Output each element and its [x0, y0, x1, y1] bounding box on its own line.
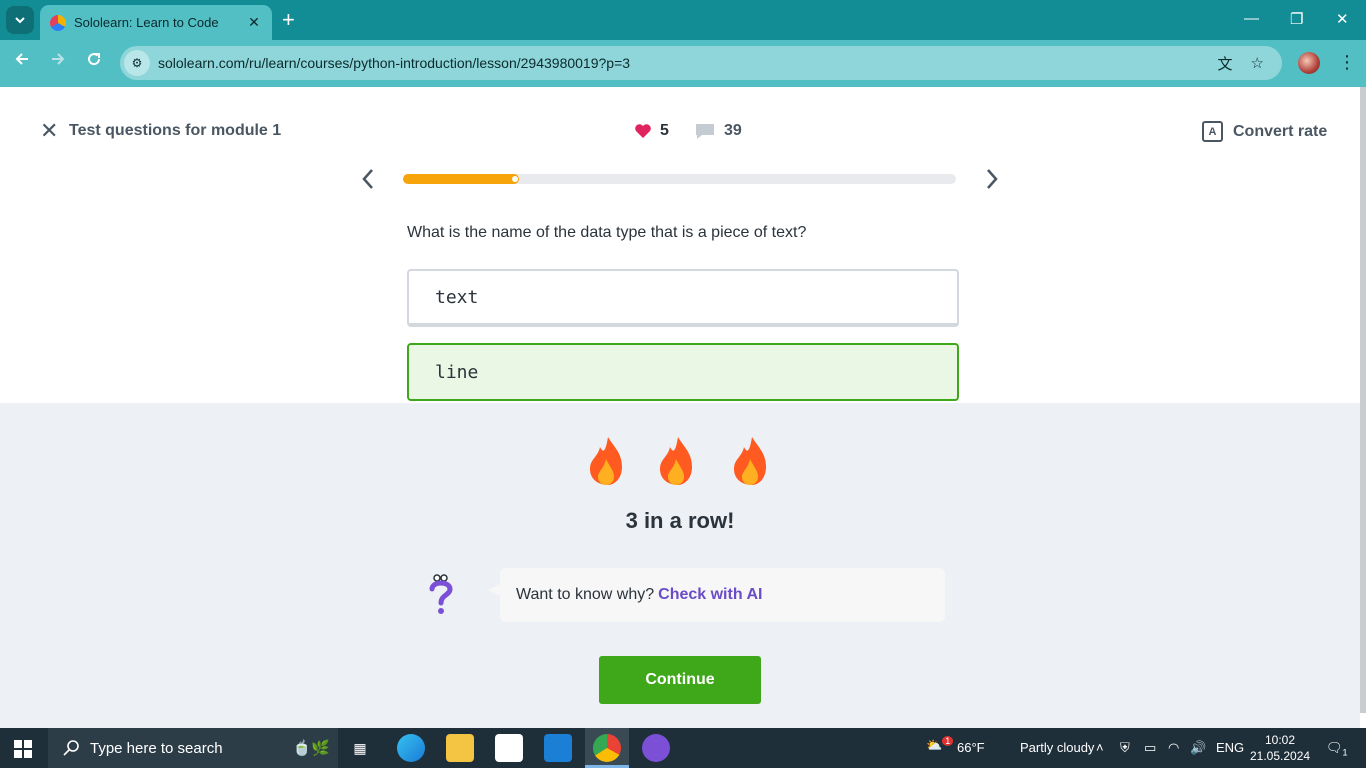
tab-search-button[interactable] [6, 6, 34, 34]
ai-help-prompt: Want to know why? [516, 586, 655, 603]
flame-icon [590, 437, 622, 485]
check-with-ai-link[interactable]: Check with AI [658, 586, 762, 604]
browser-tab[interactable]: Sololearn: Learn to Code ✕ [40, 5, 272, 40]
security-icon[interactable]: ⛨ [1120, 740, 1130, 756]
flame-icon [734, 437, 766, 485]
comment-icon [696, 124, 714, 139]
chevron-left-icon [362, 169, 373, 189]
hearts-counter[interactable]: 5 [634, 122, 669, 140]
clock-time: 10:02 [1264, 733, 1296, 747]
windows-taskbar: Type here to search 🍵🌿 ▦ ⛅ 1 66°F Partly … [0, 728, 1366, 768]
search-placeholder: Type here to search [90, 739, 223, 757]
comments-count: 39 [724, 122, 742, 139]
hearts-count: 5 [660, 122, 669, 139]
comments-counter[interactable]: 39 [694, 122, 742, 140]
progress-dot [512, 176, 519, 182]
restore-icon[interactable]: ❐ [1290, 10, 1303, 28]
profile-avatar[interactable] [1298, 52, 1320, 74]
forward-button[interactable] [46, 51, 70, 72]
arrow-right-icon [52, 53, 65, 65]
ai-help-bubble: Want to know why? Check with AI [488, 568, 945, 622]
convert-rate-button[interactable]: A Convert rate [1202, 121, 1327, 142]
previous-question-button[interactable] [360, 167, 376, 194]
question-text: What is the name of the data type that i… [407, 224, 807, 241]
chrome-icon[interactable] [593, 734, 621, 762]
answer-option-selected-correct[interactable]: line [407, 343, 959, 401]
notifications-icon[interactable]: 🗨1 [1326, 740, 1348, 758]
minimize-icon[interactable]: — [1244, 10, 1259, 27]
continue-button[interactable]: Continue [599, 656, 761, 704]
microsoft-store-icon[interactable] [495, 734, 523, 762]
chevron-down-icon [15, 17, 25, 24]
convert-rate-label: Convert rate [1233, 122, 1328, 140]
task-view-icon[interactable]: ▦ [346, 734, 374, 762]
input-language[interactable]: ENG [1216, 740, 1244, 755]
new-tab-button[interactable]: + [282, 8, 295, 32]
heart-icon [635, 124, 651, 138]
translate-icon: A [1202, 121, 1223, 142]
address-bar[interactable]: ⚙ sololearn.com/ru/learn/courses/python-… [120, 46, 1282, 80]
edge-browser-icon[interactable] [397, 734, 425, 762]
weather-temp: 66°F [957, 740, 985, 755]
weather-description: Partly cloudy [1020, 740, 1095, 755]
discord-icon[interactable] [642, 734, 670, 762]
lesson-page: ✕ Test questions for module 1 5 39 A Con… [0, 87, 1366, 728]
battery-icon[interactable]: ▭ [1144, 740, 1156, 756]
flame-icon [660, 437, 692, 485]
chevron-right-icon [987, 169, 998, 189]
lesson-title: Test questions for module 1 [69, 122, 282, 139]
browser-toolbar: ⚙ sololearn.com/ru/learn/courses/python-… [0, 40, 1366, 87]
close-tab-icon[interactable]: ✕ [246, 14, 262, 31]
browser-tab-bar: Sololearn: Learn to Code ✕ + — ❐ ✕ [0, 0, 1366, 40]
notification-count: 1 [1342, 747, 1348, 758]
weather-badge: 1 [942, 736, 954, 746]
mail-icon[interactable] [544, 734, 572, 762]
search-highlight-icon: 🍵🌿 [292, 740, 330, 757]
streak-flames [590, 437, 766, 485]
file-explorer-icon[interactable] [446, 734, 474, 762]
clock-date: 21.05.2024 [1250, 749, 1311, 763]
browser-menu-icon[interactable]: ⋮ [1338, 52, 1356, 73]
close-window-icon[interactable]: ✕ [1336, 10, 1349, 28]
question-mascot-icon [429, 574, 453, 614]
answer-option[interactable]: text [407, 269, 959, 327]
feedback-panel: 3 in a row! Want to know why? Check with… [0, 403, 1360, 728]
sololearn-favicon-icon [50, 14, 66, 31]
close-lesson-icon[interactable]: ✕ [40, 120, 58, 142]
taskbar-clock[interactable]: 10:02 21.05.2024 [1250, 732, 1310, 764]
search-icon [63, 740, 79, 756]
taskbar-search[interactable]: Type here to search 🍵🌿 [48, 728, 338, 768]
streak-text: 3 in a row! [625, 508, 735, 533]
wifi-icon[interactable]: ◠ [1168, 740, 1179, 756]
show-hidden-icons-icon[interactable]: ˄ [1096, 740, 1104, 755]
arrow-left-icon [15, 53, 28, 65]
windows-start-icon[interactable] [14, 740, 32, 758]
reload-icon [88, 53, 101, 66]
lesson-progress-bar [403, 174, 956, 184]
tab-title: Sololearn: Learn to Code [74, 15, 219, 30]
bookmark-star-icon[interactable]: ☆ [1251, 54, 1264, 72]
page-scrollbar[interactable] [1360, 87, 1366, 713]
volume-icon[interactable]: 🔊 [1190, 740, 1206, 756]
progress-fill [403, 174, 520, 184]
translate-page-icon[interactable]: 文 [1218, 53, 1233, 74]
reload-button[interactable] [82, 51, 106, 72]
url-text[interactable]: sololearn.com/ru/learn/courses/python-in… [158, 55, 1218, 71]
back-button[interactable] [10, 51, 34, 72]
weather-icon[interactable]: ⛅ 1 [926, 736, 954, 753]
site-info-icon[interactable]: ⚙ [124, 50, 150, 76]
next-question-button[interactable] [984, 167, 1000, 194]
